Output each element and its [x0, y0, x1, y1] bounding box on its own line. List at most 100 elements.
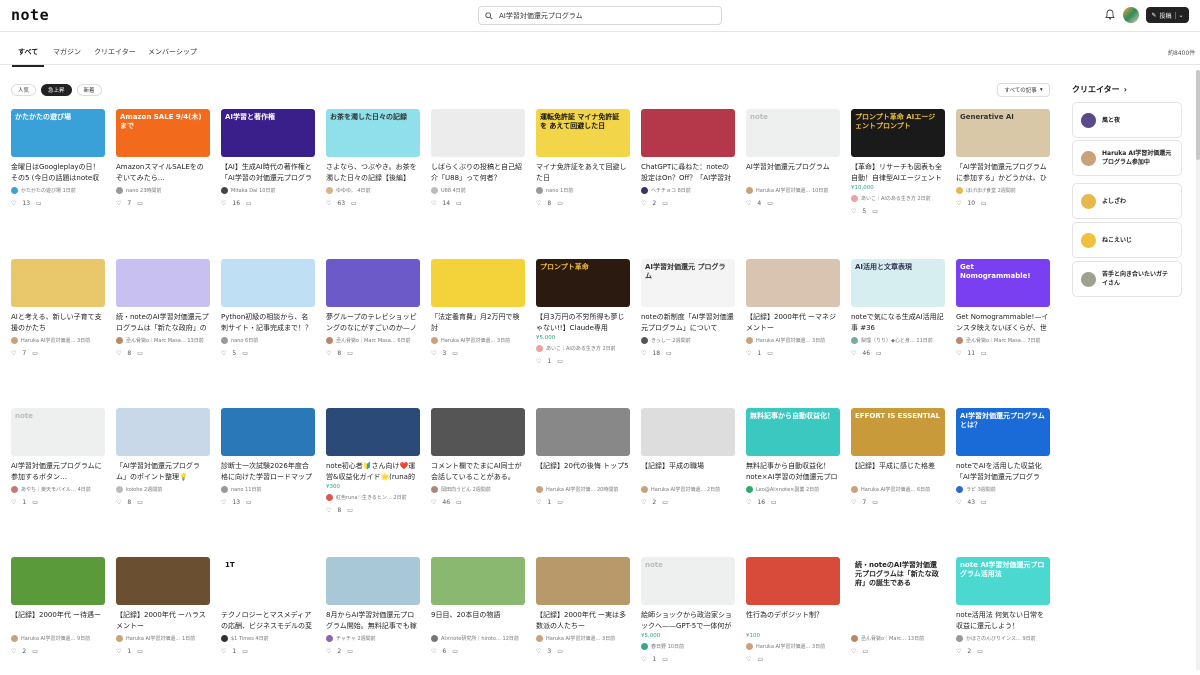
author-avatar[interactable]	[641, 337, 648, 344]
author-avatar[interactable]	[116, 635, 123, 642]
author-avatar[interactable]	[221, 486, 228, 493]
article-title[interactable]: noteの新制度「AI学習対価還元プログラム」について	[641, 312, 735, 333]
article-thumbnail[interactable]	[641, 109, 735, 157]
article-title[interactable]: Get Nomogrammable!—インスタ映えないぼくらが、世界的ノモグラ映…	[956, 312, 1050, 333]
author-and-date[interactable]: かほさのんびりインス… 9日前	[966, 635, 1036, 642]
comment-icon[interactable]: ▭	[32, 499, 38, 506]
article-card[interactable]: Python初級の相談から、名刺サイト・記事完成まで！？生成AIと走る「脱線… n…	[221, 259, 315, 357]
author-and-date[interactable]: あいこ｜AIのある生き方 2日前	[546, 345, 616, 352]
author-avatar[interactable]	[641, 486, 648, 493]
article-title[interactable]: AI学習対価還元プログラム	[746, 162, 840, 183]
heart-icon[interactable]: ♡	[851, 208, 856, 215]
comment-icon[interactable]: ▭	[36, 200, 42, 207]
article-thumbnail[interactable]: 無料記事から自動収益化！	[746, 408, 840, 456]
author-avatar[interactable]	[746, 643, 753, 650]
article-thumbnail[interactable]	[641, 408, 735, 456]
comment-icon[interactable]: ▭	[347, 507, 353, 514]
article-title[interactable]: 8月からAI学習対価還元プログラム開始。無料記事でも稼げるようになる？	[326, 610, 420, 631]
heart-icon[interactable]: ♡	[746, 350, 751, 357]
article-card[interactable]: AI活用と文章表現 noteで気になる生成AI活用記事 #36 梨理（りり）◆心と身…	[851, 259, 945, 357]
article-thumbnail[interactable]: かたかたの遊び場	[11, 109, 105, 157]
author-and-date[interactable]: 丞ん脅獄ο｜Marc… 13日前	[861, 635, 924, 642]
article-thumbnail[interactable]: Get Nomogrammable!	[956, 259, 1050, 307]
heart-icon[interactable]: ♡	[851, 648, 856, 655]
heart-icon[interactable]: ♡	[431, 200, 436, 207]
article-title[interactable]: AIと考える、新しい子育て支援のかたち	[11, 312, 105, 333]
author-avatar[interactable]	[326, 494, 333, 501]
article-card[interactable]: EFFORT IS ESSENTIAL 【記録】平成に感じた格差 Haruka AI…	[851, 408, 945, 506]
article-title[interactable]: 【記録】2000年代 ー待遇ー	[11, 610, 105, 631]
article-title[interactable]: note初心者🔰さん向け❤️運営&収益化ガイド🌟(runa的秘訣シェア🤗)	[326, 461, 420, 482]
comment-icon[interactable]: ▭	[981, 200, 987, 207]
article-type-select[interactable]: すべての記事 ▾	[997, 83, 1050, 97]
article-card[interactable]: note AI学習対価還元プログラム活用法 note活用法 何気ない日常を収益に還…	[956, 557, 1050, 655]
article-thumbnail[interactable]: Generative AI	[956, 109, 1050, 157]
comment-icon[interactable]: ▭	[347, 648, 353, 655]
author-and-date[interactable]: チャチャ 2週間前	[336, 635, 376, 642]
article-card[interactable]: Amazon SALE 9/4(木)まで AmazonスマイルSALEをのぞいてみ…	[116, 109, 210, 207]
article-title[interactable]: 【AI】生成AI時代の著作権と「AI学習の対価還元プログラム」の社会的意義	[221, 162, 315, 183]
author-and-date[interactable]: Haruka AI学習対価還… 3日前	[441, 337, 510, 344]
author-avatar[interactable]	[326, 635, 333, 642]
article-thumbnail[interactable]: お茶を濁した日々の記録	[326, 109, 420, 157]
article-thumbnail[interactable]	[431, 557, 525, 605]
article-card[interactable]: 【記録】2000年代 ー待遇ー Haruka AI学習対価還… 9日前 ♡ 2 ▭	[11, 557, 105, 655]
article-card[interactable]: Generative AI 「AI学習対価還元プログラムに参加する」かどうかは、ひ…	[956, 109, 1050, 207]
comment-icon[interactable]: ▭	[662, 499, 668, 506]
chevron-down-icon[interactable]: ⌄	[1174, 11, 1184, 19]
author-and-date[interactable]: Leo@AI×note×副業 2日前	[756, 486, 819, 493]
article-title[interactable]: 夢グループのテレビショッピングのなにがすごいのか—ノモグラムとレッジ四…	[326, 312, 420, 333]
article-thumbnail[interactable]: 続・noteのAI学習対価還元プログラムは「新たな政府」の誕生である	[851, 557, 945, 605]
article-card[interactable]: かたかたの遊び場金曜日はGoogleplayの日！その5 (今日の話題はnote…	[11, 109, 105, 207]
comment-icon[interactable]: ▭	[767, 350, 773, 357]
heart-icon[interactable]: ♡	[956, 200, 961, 207]
filter-new[interactable]: 新着	[76, 84, 102, 96]
heart-icon[interactable]: ♡	[326, 350, 331, 357]
filter-popular[interactable]: 人気	[11, 84, 37, 96]
bell-icon[interactable]	[1105, 9, 1115, 20]
article-title[interactable]: しばらくぶりの投稿と自己紹介「U88」って何者？	[431, 162, 525, 183]
author-and-date[interactable]: Haruka AI学習対価… 20時間前	[546, 486, 618, 493]
author-and-date[interactable]: 丞ん脅獄ο｜Marc Masa… 6日前	[336, 337, 411, 344]
article-card[interactable]: AI学習対価還元 プログラム noteの新制度「AI学習対価還元プログラム」につい…	[641, 259, 735, 357]
author-avatar[interactable]	[11, 187, 18, 194]
article-card[interactable]: 【記録】2000年代 ー実は多数派の人たちー Haruka AI学習対価還… 3日…	[536, 557, 630, 655]
author-avatar[interactable]	[431, 635, 438, 642]
article-card[interactable]: 「AI学習対価還元プログラム」のポイント整理💡 koiohe 2週間前 ♡ 8 ▭	[116, 408, 210, 506]
heart-icon[interactable]: ♡	[116, 350, 121, 357]
author-and-date[interactable]: ラピ 3週間前	[966, 486, 996, 493]
tab-creator[interactable]: クリエイター	[94, 47, 136, 57]
author-avatar[interactable]	[536, 345, 543, 352]
article-thumbnail[interactable]	[431, 408, 525, 456]
article-card[interactable]: 【記録】2000年代 ーハラスメントー Haruka AI学習対価還… 1日前 ♡ 1…	[116, 557, 210, 655]
tab-all[interactable]: すべて	[11, 47, 45, 67]
user-avatar[interactable]	[1123, 7, 1139, 23]
article-title[interactable]: 【記録】2000年代 ー実は多数派の人たちー	[536, 610, 630, 631]
article-title[interactable]: さよなら、つぶやき。お茶を濁した日々の記録【後編】	[326, 162, 420, 183]
note-logo[interactable]: note	[11, 6, 49, 24]
heart-icon[interactable]: ♡	[221, 350, 226, 357]
heart-icon[interactable]: ♡	[851, 499, 856, 506]
author-avatar[interactable]	[221, 187, 228, 194]
article-title[interactable]	[851, 610, 945, 631]
comment-icon[interactable]: ▭	[771, 499, 777, 506]
author-and-date[interactable]: ヘチチョコ 8日前	[651, 187, 691, 194]
article-title[interactable]: 金曜日はGoogleplayの日！その5 (今日の話題はnote収益化！)	[11, 162, 105, 183]
heart-icon[interactable]: ♡	[956, 499, 961, 506]
heart-icon[interactable]: ♡	[116, 648, 121, 655]
article-thumbnail[interactable]	[326, 408, 420, 456]
article-title[interactable]: 「法定養育費」月2万円で検討	[431, 312, 525, 333]
article-card[interactable]: note初心者🔰さん向け❤️運営&収益化ガイド🌟(runa的秘訣シェア🤗) ¥30…	[326, 408, 420, 514]
comment-icon[interactable]: ▭	[876, 350, 882, 357]
article-card[interactable]: 8月からAI学習対価還元プログラム開始。無料記事でも稼げるようになる？ チャチャ …	[326, 557, 420, 655]
comment-icon[interactable]: ▭	[456, 499, 462, 506]
article-thumbnail[interactable]	[326, 557, 420, 605]
article-card[interactable]: 診断士一次試験2026年度合格に向けた学習ロードマップと生成AI活用計画 nano…	[221, 408, 315, 506]
author-and-date[interactable]: 岡田向うどん 2週間前	[441, 486, 491, 493]
comment-icon[interactable]: ▭	[452, 648, 458, 655]
author-and-date[interactable]: Haruka AI学習対価還… 3日前	[21, 337, 90, 344]
author-and-date[interactable]: Haruka AI学習対価還… 6日前	[861, 486, 930, 493]
article-card[interactable]: 【記録】平成の職場 Haruka AI学習対価還… 2日前 ♡ 2 ▭	[641, 408, 735, 506]
article-title[interactable]: 【記録】2000年代 ーマネジメントー	[746, 312, 840, 333]
article-thumbnail[interactable]: note AI学習対価還元プログラム活用法	[956, 557, 1050, 605]
